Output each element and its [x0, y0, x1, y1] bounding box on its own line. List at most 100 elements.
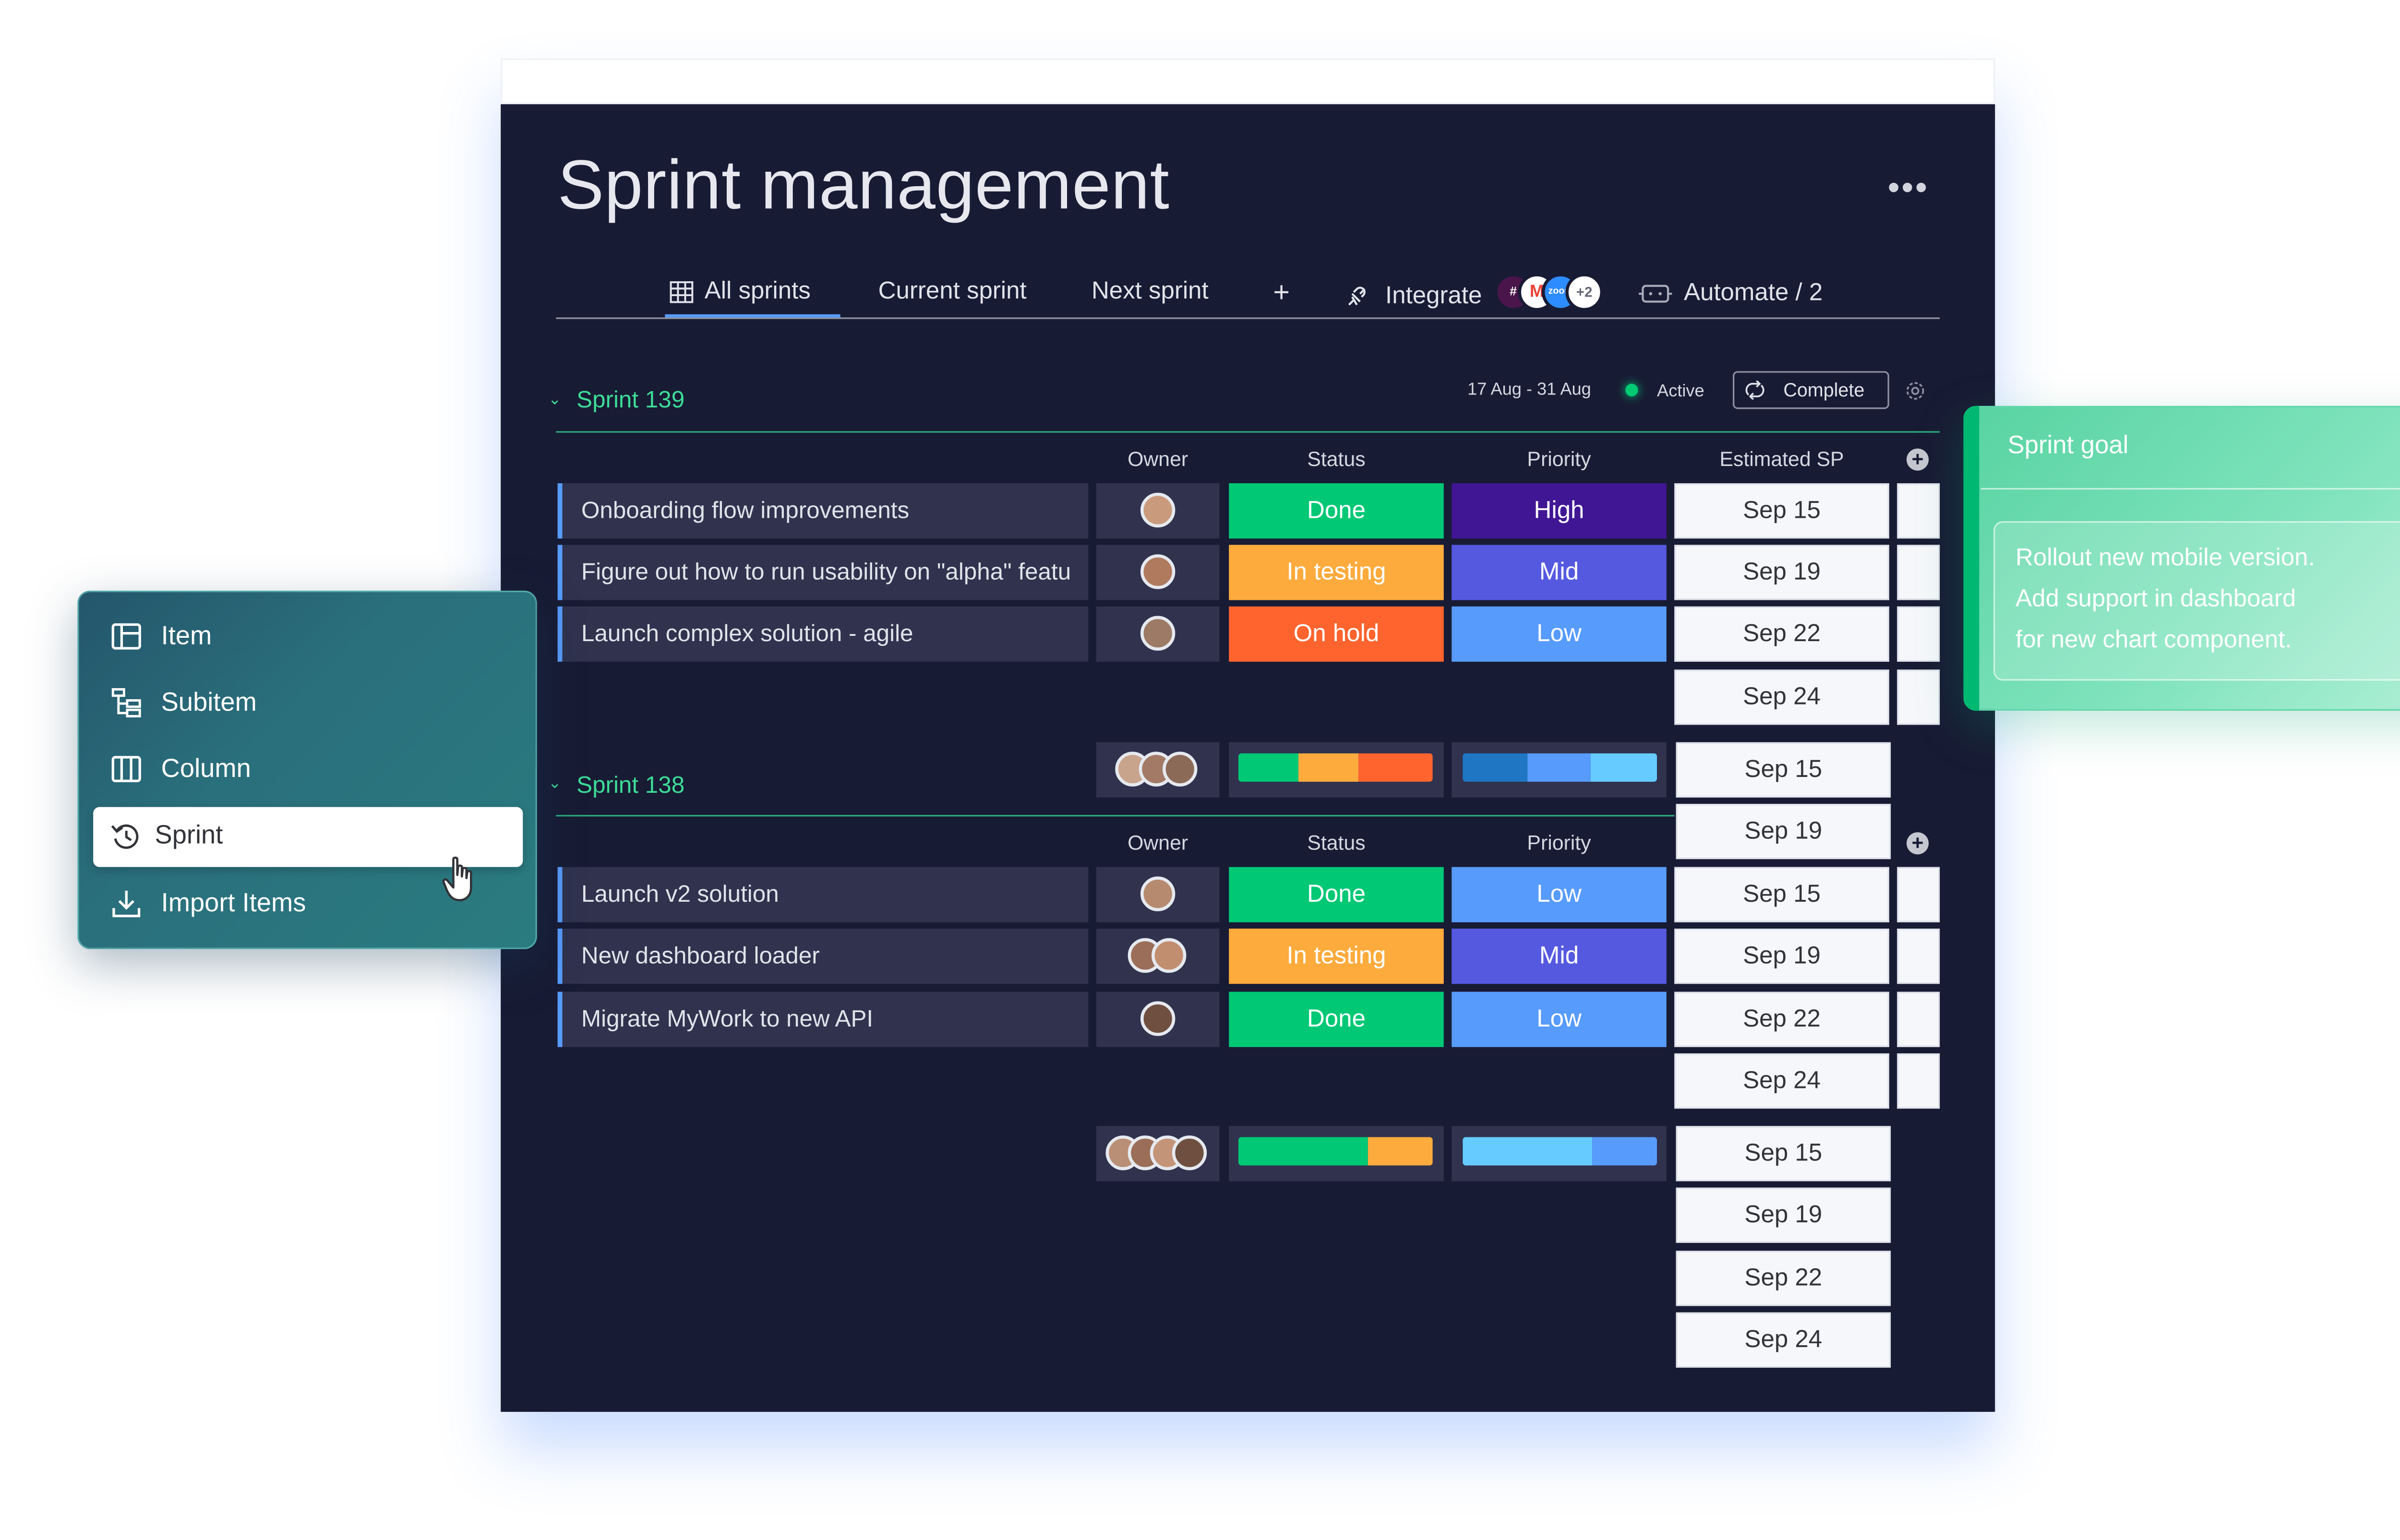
- sp-summary-cell: Sep 19: [1676, 1187, 1891, 1243]
- tab-all-sprints[interactable]: All sprints: [705, 278, 811, 306]
- priority-summary-bar: [1463, 1137, 1657, 1166]
- collapse-sprint-138-icon[interactable]: ⌄: [548, 776, 562, 793]
- more-integrations-badge: +2: [1565, 273, 1604, 311]
- active-status-dot: [1625, 383, 1638, 396]
- sprint-goal-title: Sprint goal: [2007, 432, 2129, 460]
- empty-cell[interactable]: [1897, 991, 1940, 1047]
- tab-current-sprint[interactable]: Current sprint: [878, 278, 1027, 306]
- sp-cell[interactable]: Sep 24: [1674, 669, 1889, 725]
- sp-cell[interactable]: Sep 22: [1674, 606, 1889, 662]
- sync-icon: [1745, 381, 1764, 400]
- column-icon: [111, 756, 141, 782]
- menu-item-label: Item: [161, 622, 212, 651]
- priority-pill[interactable]: Mid: [1452, 928, 1667, 984]
- empty-cell[interactable]: [1897, 545, 1940, 600]
- priority-column-header[interactable]: Priority: [1452, 831, 1667, 854]
- owner-column-header[interactable]: Owner: [1096, 447, 1220, 470]
- item-name[interactable]: Onboarding flow improvements: [557, 483, 1089, 539]
- automate-label[interactable]: Automate / 2: [1684, 279, 1823, 308]
- integrate-icon[interactable]: [1344, 284, 1369, 310]
- integrate-label[interactable]: Integrate: [1385, 283, 1482, 311]
- sprint-settings-icon[interactable]: [1905, 381, 1926, 401]
- item-name[interactable]: Launch v2 solution: [557, 867, 1089, 922]
- sprint-139-title[interactable]: Sprint 139: [576, 387, 684, 414]
- status-pill[interactable]: In testing: [1229, 928, 1444, 984]
- owner-column-header[interactable]: Owner: [1096, 831, 1220, 854]
- owner-cell[interactable]: [1096, 867, 1220, 922]
- sp-cell[interactable]: Sep 15: [1674, 867, 1889, 922]
- priority-pill[interactable]: High: [1452, 483, 1667, 539]
- sprint-goal-line: for new chart component.: [2016, 627, 2292, 654]
- status-column-header[interactable]: Status: [1229, 831, 1444, 854]
- menu-item-import-items[interactable]: Import Items: [108, 876, 525, 930]
- sprint-goal-line: Rollout new mobile version.: [2016, 545, 2315, 572]
- priority-column-header[interactable]: Priority: [1452, 447, 1667, 470]
- empty-cell[interactable]: [1897, 669, 1940, 725]
- tabs-divider: [556, 317, 1940, 319]
- status-pill[interactable]: Done: [1229, 483, 1444, 539]
- owners-summary: [1096, 742, 1220, 798]
- sp-cell[interactable]: Sep 22: [1674, 991, 1889, 1047]
- owner-cell[interactable]: [1096, 545, 1220, 600]
- status-pill[interactable]: On hold: [1229, 606, 1444, 662]
- empty-cell[interactable]: [1897, 867, 1940, 922]
- add-column-icon[interactable]: +: [1906, 832, 1929, 855]
- owner-cell[interactable]: [1096, 483, 1220, 539]
- item-name[interactable]: Migrate MyWork to new API: [557, 991, 1089, 1047]
- sp-cell[interactable]: Sep 15: [1674, 483, 1889, 539]
- menu-item-subitem[interactable]: Subitem: [108, 676, 525, 729]
- item-name[interactable]: Figure out how to run usability on "alph…: [557, 545, 1089, 600]
- tab-next-sprint[interactable]: Next sprint: [1092, 278, 1209, 306]
- more-options-icon[interactable]: •••: [1888, 170, 1929, 204]
- empty-cell[interactable]: [1897, 1053, 1940, 1109]
- avatar: [1140, 492, 1176, 528]
- status-column-header[interactable]: Status: [1229, 447, 1444, 470]
- sprint-goal-text: Rollout new mobile version. Add support …: [2016, 538, 2315, 662]
- status-pill[interactable]: Done: [1229, 991, 1444, 1047]
- owner-cell[interactable]: [1096, 928, 1220, 984]
- sp-cell[interactable]: Sep 19: [1674, 545, 1889, 600]
- table-icon: [670, 281, 694, 303]
- priority-pill[interactable]: Mid: [1452, 545, 1667, 600]
- sprint-goal-line: Add support in dashboard: [2016, 585, 2296, 613]
- sprint-139-state: Active: [1657, 382, 1704, 401]
- menu-item-item[interactable]: Item: [108, 609, 525, 663]
- priority-pill[interactable]: Low: [1452, 991, 1667, 1047]
- item-name[interactable]: Launch complex solution - agile: [557, 606, 1089, 662]
- sprint-goal-divider: [1980, 488, 2400, 490]
- add-column-icon[interactable]: +: [1906, 448, 1929, 471]
- item-icon: [111, 623, 141, 650]
- sprint-138-title[interactable]: Sprint 138: [576, 772, 684, 799]
- sp-cell[interactable]: Sep 19: [1674, 928, 1889, 984]
- add-tab-button[interactable]: +: [1273, 276, 1290, 310]
- sp-cell[interactable]: Sep 24: [1674, 1053, 1889, 1109]
- status-summary-bar: [1238, 753, 1433, 782]
- priority-pill[interactable]: Low: [1452, 867, 1667, 922]
- item-name[interactable]: New dashboard loader: [557, 928, 1089, 984]
- sp-column-header[interactable]: Estimated SP: [1674, 447, 1889, 470]
- subitem-icon: [111, 688, 141, 717]
- automate-icon[interactable]: [1638, 281, 1673, 307]
- priority-summary-bar: [1463, 753, 1657, 782]
- menu-item-label: Import Items: [161, 889, 306, 918]
- status-pill[interactable]: Done: [1229, 867, 1444, 922]
- empty-cell[interactable]: [1897, 928, 1940, 984]
- menu-item-label: Sprint: [155, 821, 223, 850]
- sprint-icon: [111, 824, 139, 849]
- collapse-sprint-139-icon[interactable]: ⌄: [548, 392, 562, 409]
- sp-summary-cell: Sep 22: [1676, 1251, 1891, 1306]
- board-title: Sprint management: [557, 147, 1170, 225]
- menu-item-label: Column: [161, 755, 251, 784]
- empty-cell[interactable]: [1897, 483, 1940, 539]
- status-pill[interactable]: In testing: [1229, 545, 1444, 600]
- owner-cell[interactable]: [1096, 606, 1220, 662]
- sp-summary-cell: Sep 15: [1676, 742, 1891, 798]
- sprint-139-divider: [556, 431, 1940, 433]
- priority-pill[interactable]: Low: [1452, 606, 1667, 662]
- menu-item-column[interactable]: Column: [108, 742, 525, 796]
- empty-cell[interactable]: [1897, 606, 1940, 662]
- avatar: [1140, 554, 1176, 589]
- sp-summary-cell: Sep 15: [1676, 1126, 1891, 1182]
- sprint-goal-accent: [1963, 406, 1980, 711]
- owner-cell[interactable]: [1096, 991, 1220, 1047]
